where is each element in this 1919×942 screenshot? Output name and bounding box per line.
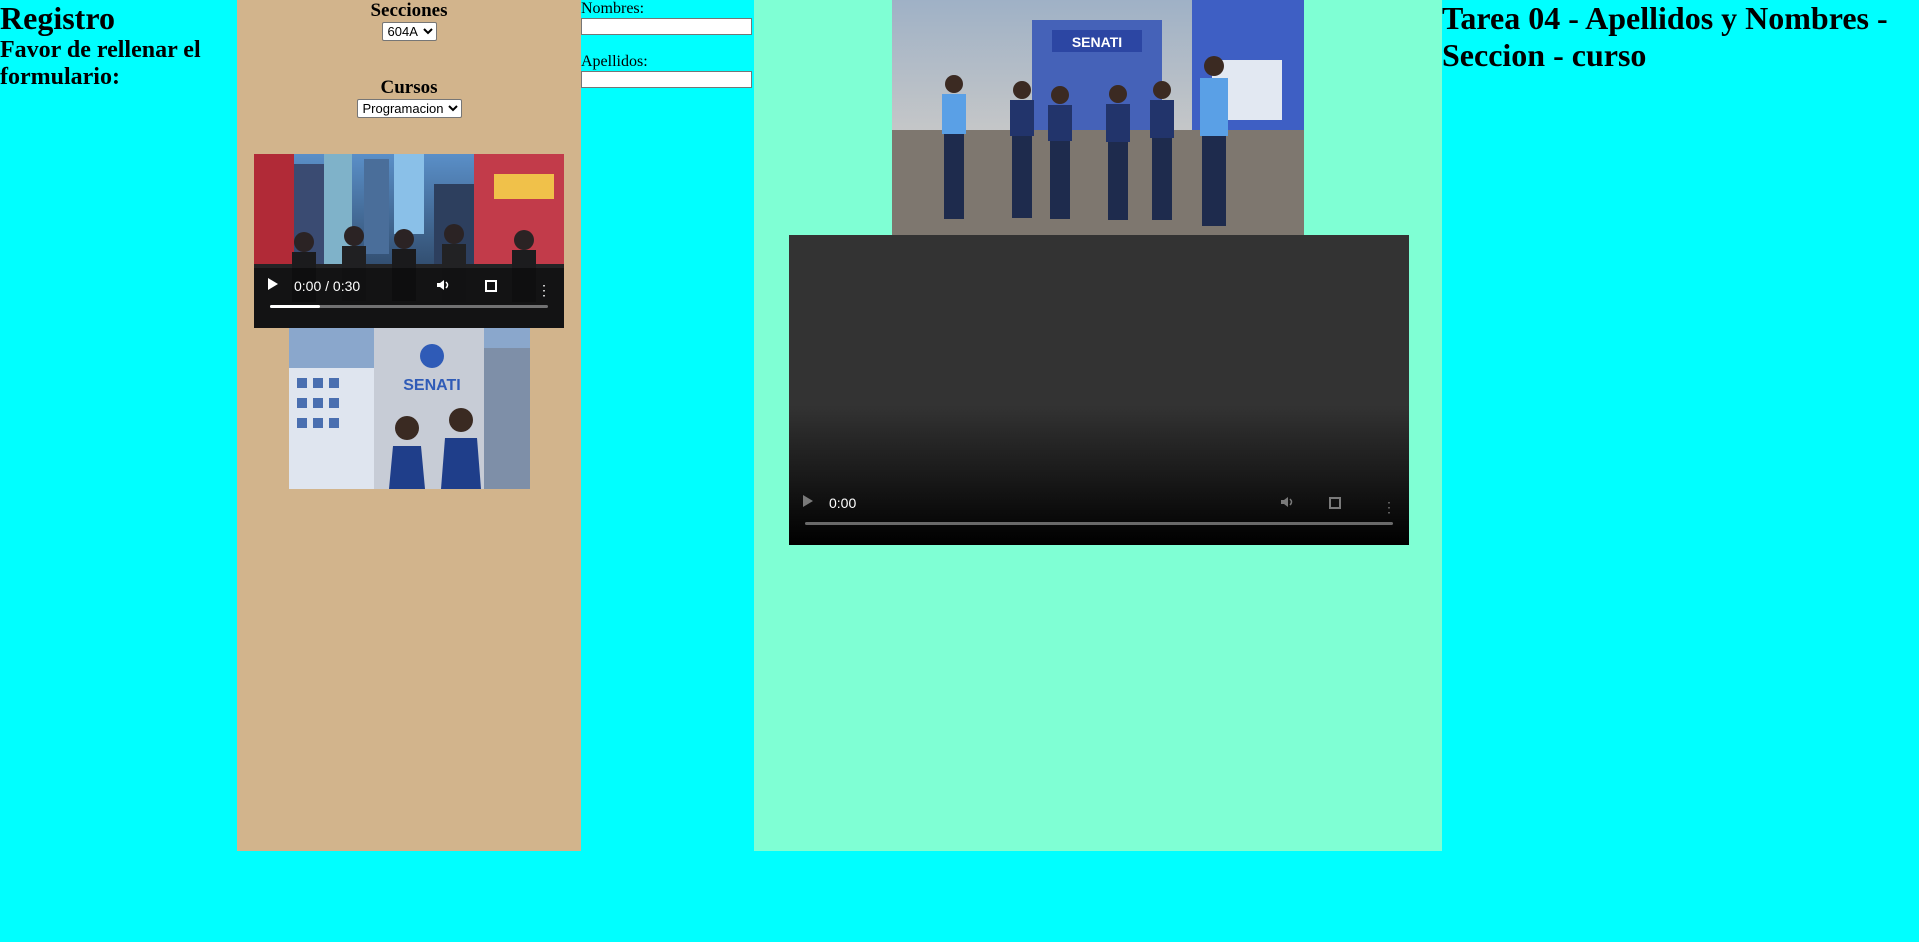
play-icon[interactable] <box>803 495 813 507</box>
cursos-select[interactable]: Programacion <box>356 99 462 118</box>
media-column: SENATI 0:00 ⋮ <box>754 0 1442 851</box>
page-subtitle: Favor de rellenar el formulario: <box>0 37 201 90</box>
video-controls-small: 0:00 / 0:30 ⋮ <box>254 268 564 328</box>
header-column: Registro Favor de rellenar el formulario… <box>0 0 237 851</box>
fullscreen-icon[interactable] <box>485 280 497 292</box>
video-controls-large: 0:00 ⋮ <box>789 485 1409 545</box>
more-options-icon[interactable]: ⋮ <box>1382 500 1396 514</box>
more-options-icon[interactable]: ⋮ <box>537 283 551 297</box>
video-player-small[interactable]: 0:00 / 0:30 ⋮ <box>254 154 564 328</box>
secciones-select[interactable]: 604A <box>381 22 437 41</box>
senati-sign-1: SENATI <box>1072 34 1122 50</box>
video-buffered-fill-small <box>270 305 321 308</box>
senati-students-image: SENATI <box>892 0 1304 235</box>
video-player-large[interactable]: 0:00 ⋮ <box>789 235 1409 545</box>
senati-building-image: SENATI <box>289 328 530 489</box>
video-progress-bar-large[interactable] <box>805 522 1393 525</box>
volume-icon[interactable] <box>1280 495 1294 509</box>
page: Registro Favor de rellenar el formulario… <box>0 0 1919 942</box>
senati-students-art: SENATI <box>892 0 1304 235</box>
volume-icon[interactable] <box>436 278 450 292</box>
assignment-title: Tarea 04 - Apellidos y Nombres - Seccion… <box>1442 0 1888 73</box>
page-title: Registro <box>0 0 115 36</box>
secciones-label: Secciones <box>370 0 448 21</box>
fullscreen-icon[interactable] <box>1329 497 1341 509</box>
senati-building-art: SENATI <box>289 328 530 489</box>
assignment-column: Tarea 04 - Apellidos y Nombres - Seccion… <box>1442 0 1919 851</box>
cursos-label: Cursos <box>380 77 438 98</box>
apellidos-input[interactable] <box>581 71 752 88</box>
selection-column: Secciones 604A Cursos Programacion 0:00 … <box>237 0 581 851</box>
apellidos-label: Apellidos: <box>581 53 648 70</box>
nombres-label: Nombres: <box>581 0 645 17</box>
form-column: Nombres: Apellidos: <box>581 0 754 851</box>
senati-sign-2: SENATI <box>403 377 460 394</box>
video-time-small: 0:00 / 0:30 <box>294 278 361 294</box>
play-icon[interactable] <box>268 278 278 290</box>
nombres-input[interactable] <box>581 18 752 35</box>
video-progress-bar-small[interactable] <box>270 305 548 308</box>
video-time-large: 0:00 <box>829 495 857 511</box>
